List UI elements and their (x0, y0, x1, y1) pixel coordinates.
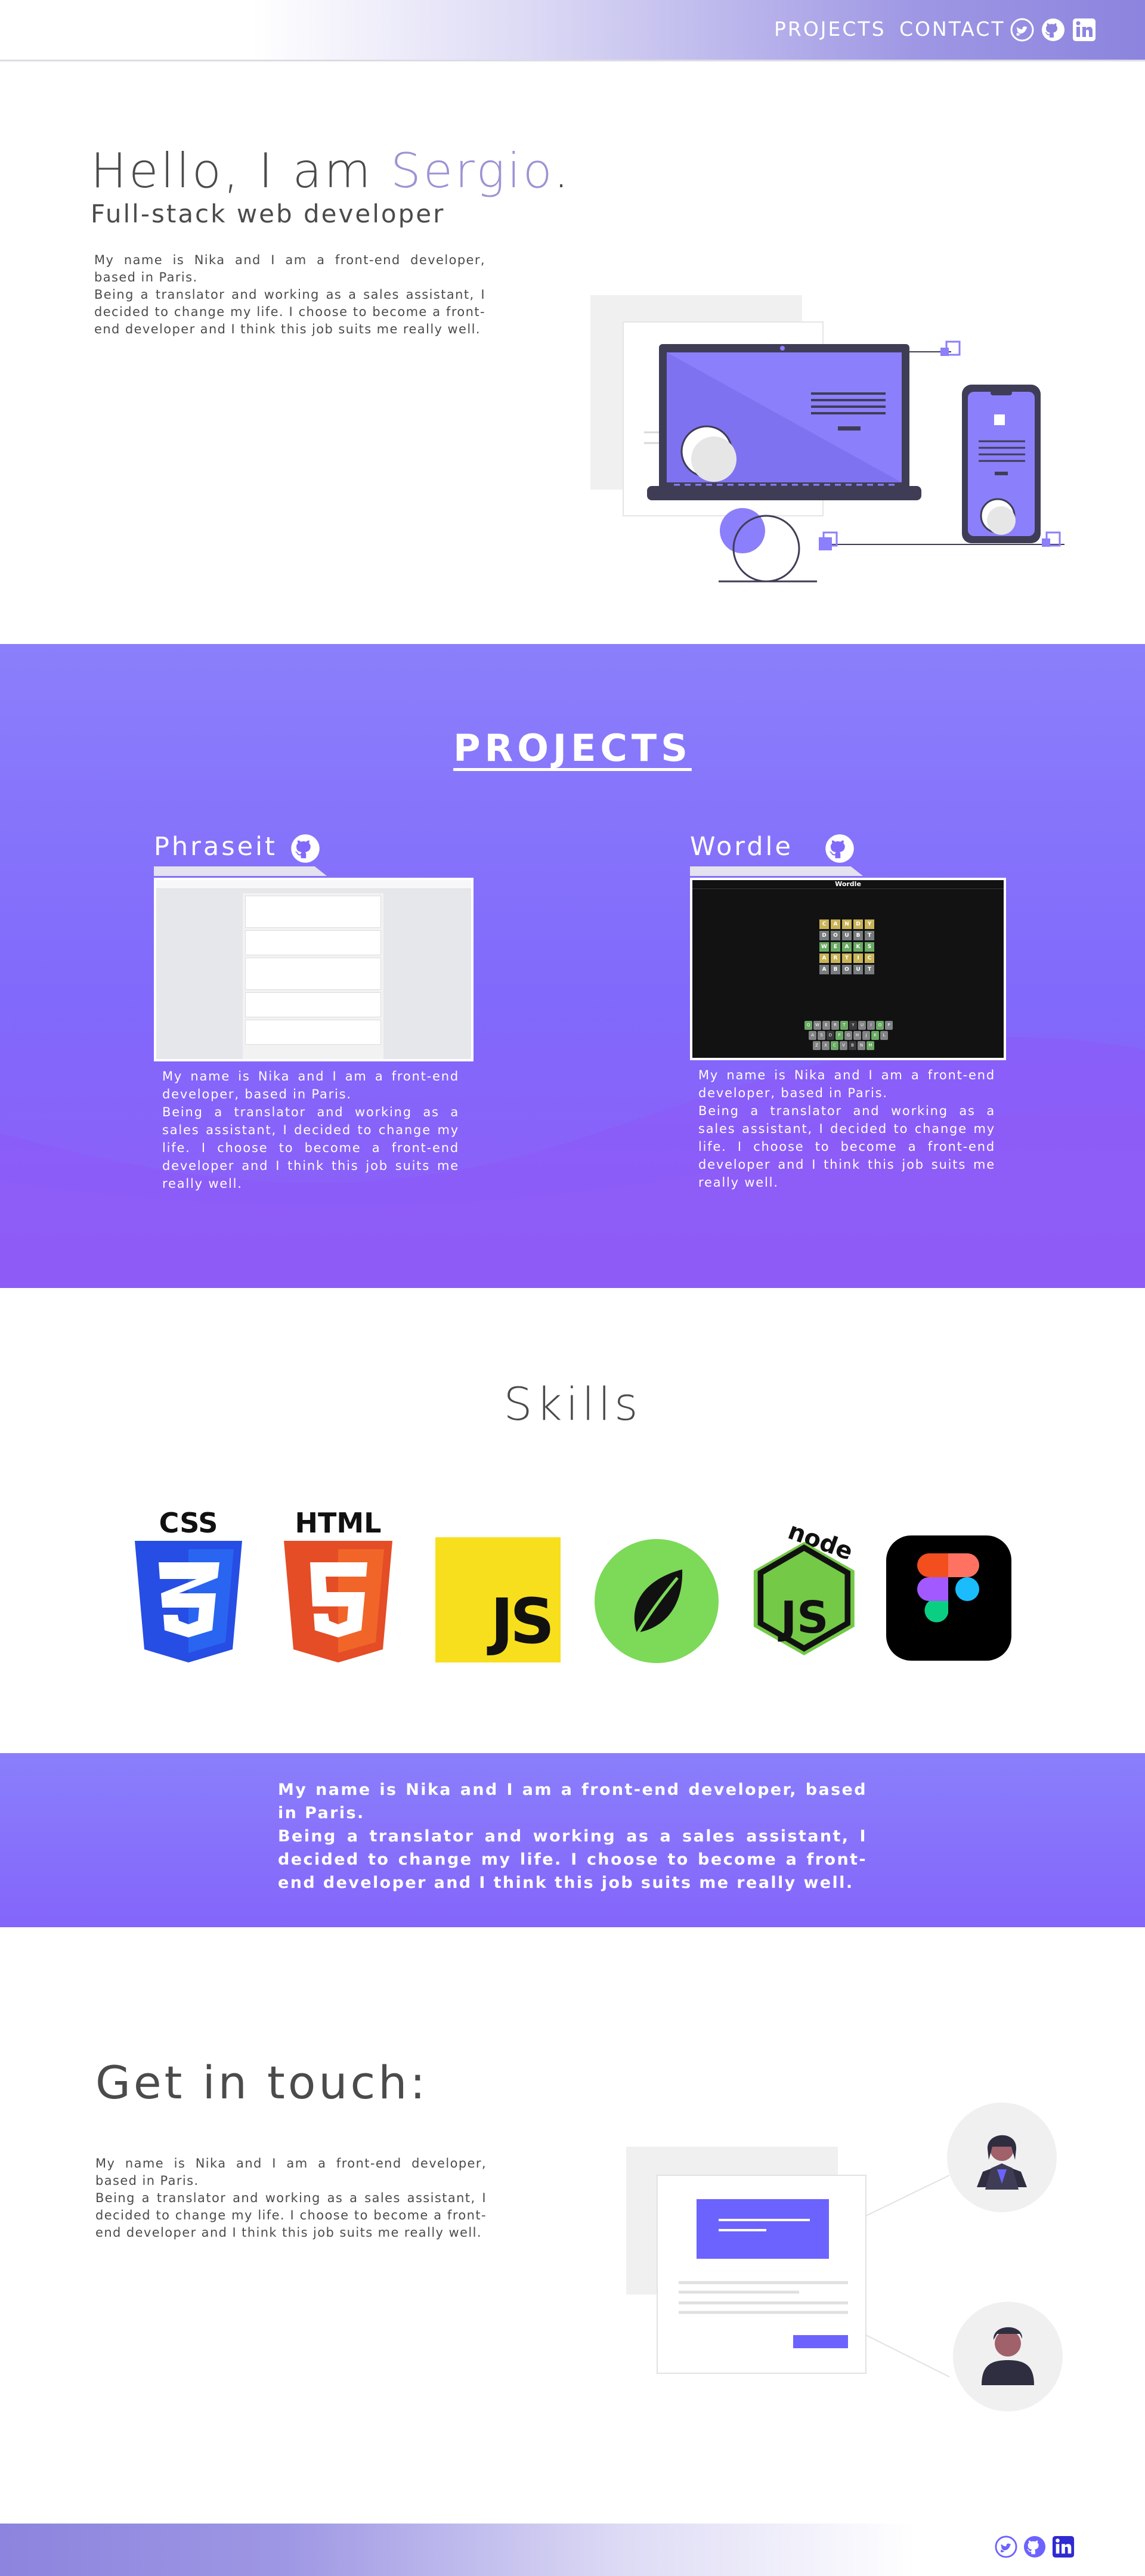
css-logo-text: CSS (159, 1507, 218, 1539)
project-description-wordle: My name is Nika and I am a front-end dev… (698, 1068, 995, 1190)
hero-bio: My name is Nika and I am a front-end dev… (94, 253, 485, 336)
contact-illustration (626, 2103, 1063, 2411)
wordle-tile: O (831, 931, 840, 940)
wordle-tile: D (819, 931, 829, 940)
wordle-key: M (867, 1041, 874, 1050)
wordle-key: F (835, 1031, 843, 1040)
wordle-tile: T (842, 953, 852, 963)
linkedin-icon[interactable] (1052, 2535, 1075, 2558)
hero-devices-illustration (590, 295, 1064, 583)
wordle-key: T (840, 1021, 848, 1030)
project-github-icon[interactable] (290, 834, 320, 863)
wordle-tile: T (865, 965, 874, 974)
wordle-tile: T (865, 931, 874, 940)
project-github-icon[interactable] (825, 834, 855, 863)
wordle-key: C (831, 1041, 838, 1050)
wordle-tile: I (853, 953, 863, 963)
wordle-tile: U (853, 965, 863, 974)
contact-text: My name is Nika and I am a front-end dev… (95, 2156, 487, 2240)
wordle-key: S (818, 1031, 825, 1040)
wordle-key: W (813, 1021, 821, 1030)
wordle-key: L (880, 1031, 888, 1040)
js-logo-text: JS (490, 1585, 555, 1658)
greeting-dot: . (553, 143, 571, 199)
svg-text:JS: JS (778, 1592, 829, 1643)
project-description-phraseit: My name is Nika and I am a front-end dev… (162, 1069, 459, 1191)
wordle-key: U (858, 1021, 866, 1030)
hero-greeting: Hello, I am Sergio. (91, 143, 571, 199)
wordle-tile: C (865, 953, 874, 963)
nav-link-contact[interactable]: CONTACT (899, 17, 1005, 41)
wordle-tile: B (853, 931, 863, 940)
contact-title: Get in touch: (95, 2056, 429, 2109)
html5-icon: HTML (284, 1507, 392, 1662)
github-icon[interactable] (1023, 2535, 1046, 2558)
wordle-key: Z (813, 1041, 821, 1050)
site-footer (0, 2524, 1145, 2576)
skills-title: Skills (503, 1377, 642, 1431)
wordle-key: O (876, 1021, 884, 1030)
wordle-key: A (809, 1031, 816, 1040)
wordle-tile: A (831, 919, 840, 929)
github-icon[interactable] (1041, 18, 1065, 42)
wordle-key: H (853, 1031, 861, 1040)
wordle-key: J (862, 1031, 870, 1040)
wordle-key: K (871, 1031, 879, 1040)
spring-leaf-icon (595, 1539, 719, 1663)
nav-link-projects[interactable]: PROJECTS (774, 17, 886, 41)
wordle-key: Q (804, 1021, 812, 1030)
greeting-text: Hello, I am (91, 143, 391, 199)
figma-icon (886, 1535, 1011, 1661)
wordle-tile: A (819, 965, 829, 974)
project-title-wordle: Wordle (690, 832, 793, 862)
wordle-tile: E (831, 942, 840, 952)
wordle-tile: A (842, 942, 852, 952)
wordle-key: I (867, 1021, 875, 1030)
wordle-tile: B (831, 965, 840, 974)
wordle-key: Y (849, 1021, 857, 1030)
twitter-icon[interactable] (995, 2535, 1017, 2558)
wordle-key: B (849, 1041, 856, 1050)
wordle-heading: Wordle (692, 880, 1004, 889)
wordle-key: P (885, 1021, 893, 1030)
project-tab-decoration (690, 866, 863, 876)
wordle-key: D (827, 1031, 834, 1040)
project-tab-decoration (154, 866, 327, 876)
wordle-tile: D (853, 919, 863, 929)
wordle-tile: U (842, 931, 852, 940)
twitter-icon[interactable] (1010, 18, 1034, 42)
wordle-key: V (840, 1041, 847, 1050)
projects-title: PROJECTS (453, 726, 692, 770)
project-title-phraseit: Phraseit (154, 832, 277, 862)
project-screenshot-phraseit[interactable] (154, 878, 474, 1061)
wordle-tile: N (842, 919, 852, 929)
wordle-tile: Y (865, 919, 874, 929)
about-band-text: My name is Nika and I am a front-end dev… (278, 1781, 867, 1892)
wordle-key: X (822, 1041, 830, 1050)
wordle-key: N (858, 1041, 865, 1050)
wordle-tile: S (865, 942, 874, 952)
wordle-key: G (844, 1031, 852, 1040)
hero-subtitle: Full-stack web developer (91, 199, 445, 228)
linkedin-icon[interactable] (1072, 18, 1096, 42)
wordle-tile: C (819, 919, 829, 929)
hero-name: Sergio (391, 143, 554, 199)
css3-icon: CSS (135, 1507, 242, 1662)
wordle-tile: O (842, 965, 852, 974)
wordle-tile: W (819, 942, 829, 952)
wordle-tile: K (853, 942, 863, 952)
javascript-icon: JS (435, 1537, 561, 1662)
wordle-tile: A (819, 953, 829, 963)
wordle-key: E (822, 1021, 830, 1030)
html-logo-text: HTML (295, 1507, 382, 1539)
wordle-tile: R (831, 953, 840, 963)
wordle-key: R (831, 1021, 839, 1030)
nodejs-icon: node JS (753, 1521, 856, 1655)
project-screenshot-wordle[interactable]: Wordle CANDYDOUBTWEAKSARTICABOUT QWERTYU… (690, 878, 1006, 1060)
